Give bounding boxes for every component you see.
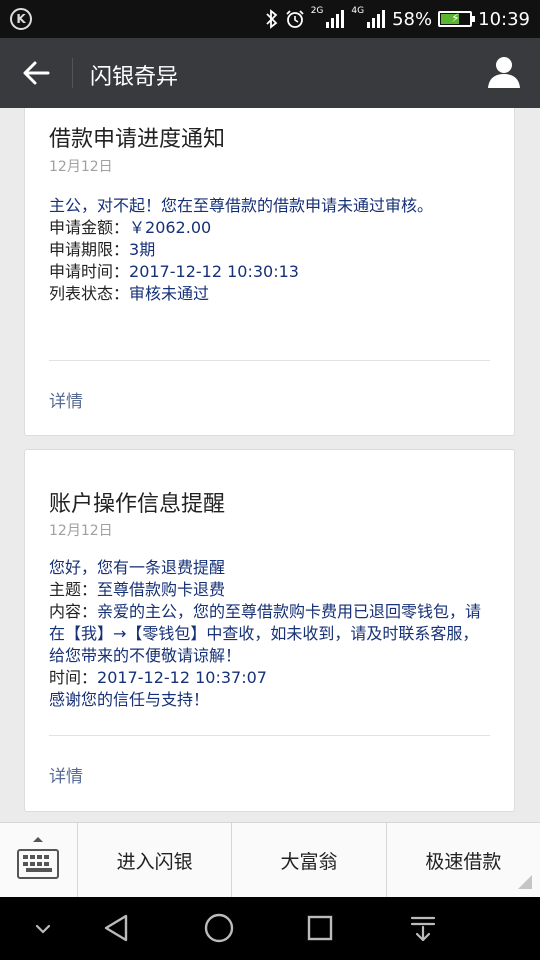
menu-button-fast-loan[interactable]: 极速借款 <box>387 823 540 897</box>
card-title: 借款申请进度通知 <box>49 127 226 152</box>
keyboard-icon <box>17 849 59 879</box>
row-value: 2017-12-12 10:37:07 <box>97 668 267 687</box>
row-label: 列表状态： <box>49 284 130 303</box>
message-card[interactable]: 借款申请进度通知 12月12日 主公，对不起！您在至尊借款的借款申请未通过审核。… <box>24 108 515 436</box>
back-arrow-icon[interactable] <box>18 55 54 91</box>
row-value: 审核未通过 <box>129 284 210 303</box>
battery-percent: 58% <box>392 8 433 30</box>
card-body: 您好，您有一条退费提醒 主题：至尊借款购卡退费 内容：亲爱的主公，您的至尊借款购… <box>49 557 494 711</box>
subject-row: 主题：至尊借款购卡退费 <box>49 579 494 601</box>
title-divider <box>72 58 73 88</box>
info-row: 申请金额：￥2062.00 <box>49 217 494 239</box>
card-intro: 您好，您有一条退费提醒 <box>49 558 226 577</box>
row-label: 内容： <box>49 602 98 621</box>
submenu-indicator-icon <box>517 875 532 889</box>
card-title: 账户操作信息提醒 <box>49 492 226 517</box>
signal-icon <box>366 10 386 28</box>
person-icon[interactable] <box>486 54 522 90</box>
detail-link[interactable]: 详情 <box>49 762 83 787</box>
message-card[interactable]: 账户操作信息提醒 12月12日 您好，您有一条退费提醒 主题：至尊借款购卡退费 … <box>24 449 515 812</box>
row-value: 3期 <box>129 240 156 259</box>
menu-button-enter-shanyin[interactable]: 进入闪银 <box>78 823 233 897</box>
menu-button-label: 极速借款 <box>425 850 502 873</box>
nav-collapse-icon[interactable] <box>26 911 60 945</box>
nav-recents-icon[interactable] <box>303 911 337 945</box>
signal-icon <box>325 10 345 28</box>
row-value: ￥2062.00 <box>129 218 212 237</box>
status-bar: K 2G 4G 58% ⚡ 10:39 <box>0 0 540 38</box>
page-title: 闪银奇异 <box>90 65 179 90</box>
bottom-menu: 进入闪银 大富翁 极速借款 <box>0 822 540 898</box>
card-divider <box>49 735 490 736</box>
info-row: 申请期限：3期 <box>49 239 494 261</box>
message-list[interactable]: 借款申请进度通知 12月12日 主公，对不起！您在至尊借款的借款申请未通过审核。… <box>0 108 540 822</box>
card-date: 12月12日 <box>49 159 113 175</box>
row-label: 申请期限： <box>49 240 130 259</box>
nav-notification-pull-icon[interactable] <box>406 911 440 945</box>
row-value: 至尊借款购卡退费 <box>97 580 226 599</box>
content-row: 内容：亲爱的主公，您的至尊借款购卡费用已退回零钱包，请在【我】→【零钱包】中查收… <box>49 601 494 667</box>
system-nav-bar <box>0 897 540 960</box>
row-label: 申请金额： <box>49 218 130 237</box>
closing-text: 感谢您的信任与支持！ <box>49 690 210 709</box>
menu-button-label: 进入闪银 <box>116 850 193 873</box>
time-row: 时间：2017-12-12 10:37:07 <box>49 667 494 689</box>
battery-icon: ⚡ <box>438 11 476 27</box>
network-4g-label: 4G <box>351 6 365 16</box>
network-2g-label: 2G <box>310 6 324 16</box>
row-label: 申请时间： <box>49 262 130 281</box>
menu-button-label: 大富翁 <box>280 850 338 873</box>
expand-arrow-icon <box>33 837 43 842</box>
row-label: 时间： <box>49 668 98 687</box>
card-body: 主公，对不起！您在至尊借款的借款申请未通过审核。 申请金额：￥2062.00 申… <box>49 195 494 305</box>
status-icons: 2G 4G 58% ⚡ 10:39 <box>265 0 530 38</box>
info-row: 申请时间：2017-12-12 10:30:13 <box>49 261 494 283</box>
clock: 10:39 <box>478 8 530 30</box>
menu-button-monopoly[interactable]: 大富翁 <box>232 823 387 897</box>
row-value: 亲爱的主公，您的至尊借款购卡费用已退回零钱包，请在【我】→【零钱包】中查收，如未… <box>49 602 482 665</box>
nav-home-icon[interactable] <box>202 911 236 945</box>
row-value: 2017-12-12 10:30:13 <box>129 262 299 281</box>
card-intro: 主公，对不起！您在至尊借款的借款申请未通过审核。 <box>49 196 434 215</box>
info-row: 列表状态：审核未通过 <box>49 283 494 305</box>
title-bar: 闪银奇异 <box>0 38 540 108</box>
k-circle-icon: K <box>10 8 32 30</box>
bluetooth-icon <box>265 9 279 29</box>
alarm-clock-icon <box>285 9 305 29</box>
card-date: 12月12日 <box>49 523 113 539</box>
charging-bolt-icon: ⚡ <box>451 11 460 25</box>
card-divider <box>49 360 490 361</box>
nav-back-icon[interactable] <box>100 911 134 945</box>
detail-link[interactable]: 详情 <box>49 387 83 412</box>
keyboard-toggle-button[interactable] <box>0 823 78 898</box>
row-label: 主题： <box>49 580 98 599</box>
